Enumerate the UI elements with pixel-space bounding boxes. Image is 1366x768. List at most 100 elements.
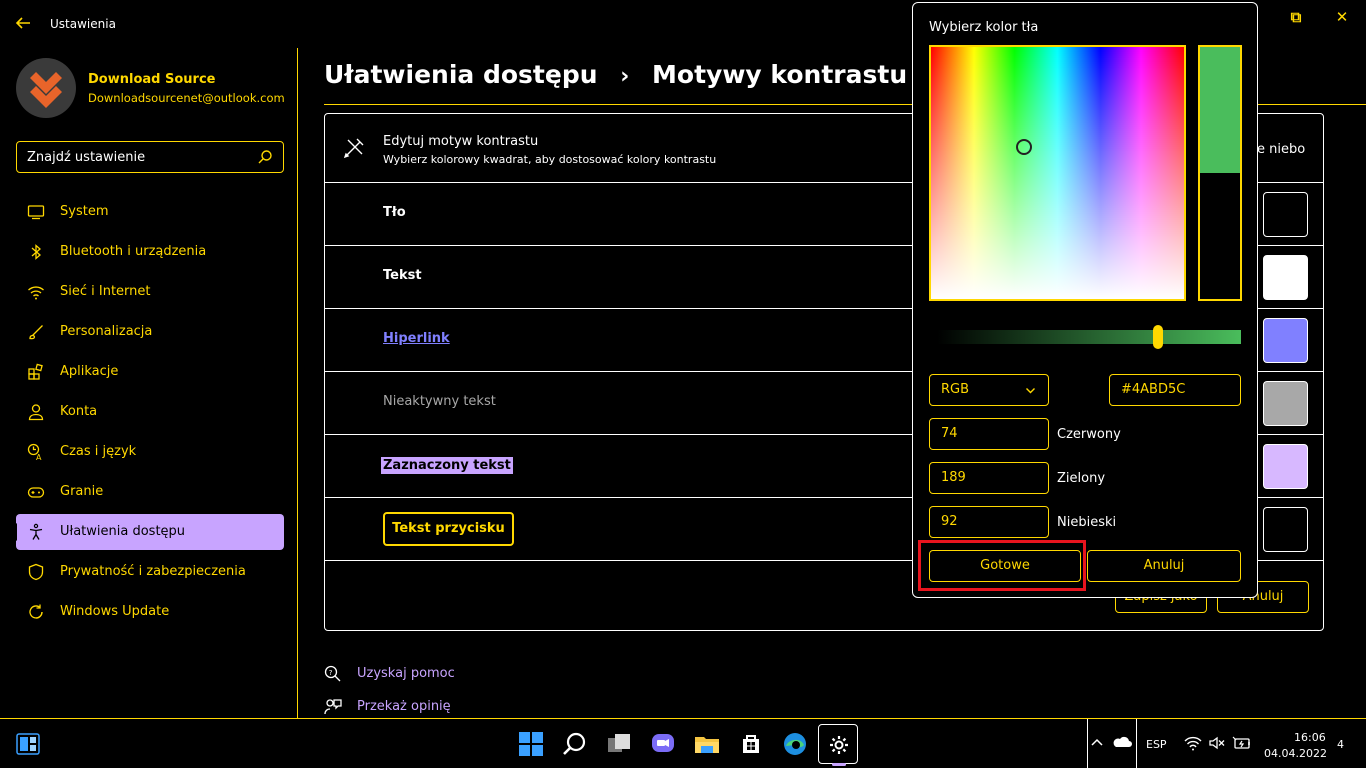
sidebar-item-label: Konta (60, 404, 98, 419)
svg-text:?: ? (329, 669, 333, 677)
breadcrumb-item-contrast-themes[interactable]: Motywy kontrastu (652, 60, 907, 89)
tray-divider (1087, 719, 1088, 768)
breadcrumb-item-accessibility[interactable]: Ułatwienia dostępu (324, 60, 598, 89)
sidebar-item-system[interactable]: System (16, 194, 284, 230)
search-box[interactable] (16, 141, 284, 173)
row-label: Zaznaczony tekst (381, 457, 513, 474)
sidebar-item-network[interactable]: Sieć i Internet (16, 274, 284, 310)
apps-icon (28, 363, 43, 380)
search-taskbar-icon[interactable] (560, 729, 590, 759)
battery-charging-icon[interactable] (1232, 735, 1252, 751)
clock-language-icon: A (27, 443, 42, 461)
wifi-icon (28, 286, 44, 300)
search-icon[interactable] (257, 149, 273, 165)
shield-icon (28, 563, 44, 581)
red-label: Czerwony (1057, 427, 1121, 442)
swatch-button-text[interactable] (1263, 507, 1308, 552)
file-explorer-icon[interactable] (692, 729, 722, 759)
close-button[interactable]: ✕ (1324, 6, 1360, 28)
value-slider-thumb[interactable] (1153, 325, 1163, 349)
sidebar-item-label: System (60, 204, 109, 219)
settings-gear-icon (830, 736, 848, 754)
get-help-link[interactable]: Uzyskaj pomoc (357, 666, 455, 681)
tray-divider (1136, 719, 1137, 768)
sidebar: Download Source Downloadsourcenet@outloo… (0, 48, 298, 718)
back-button[interactable] (14, 14, 36, 34)
swatch-selected-text[interactable] (1263, 444, 1308, 489)
green-input[interactable]: 189 (929, 462, 1049, 494)
person-icon (28, 404, 44, 421)
restore-button[interactable]: ⧉ (1278, 6, 1314, 28)
user-logo-icon (30, 72, 62, 108)
wifi-tray-icon[interactable] (1184, 735, 1202, 751)
sidebar-item-apps[interactable]: Aplikacje (16, 354, 284, 390)
row-label: Nieaktywny tekst (383, 394, 496, 409)
feedback-icon (324, 699, 342, 715)
swatch-inactive-text[interactable] (1263, 381, 1308, 426)
row-label: Tło (383, 205, 406, 220)
sidebar-item-accessibility[interactable]: Ułatwienia dostępu (14, 514, 284, 550)
hex-input[interactable]: #4ABD5C (1109, 374, 1241, 406)
sidebar-item-bluetooth[interactable]: Bluetooth i urządzenia (16, 234, 284, 270)
spectrum-cursor[interactable] (1016, 139, 1032, 155)
clock-time[interactable]: 16:06 (1294, 731, 1326, 744)
start-icon[interactable] (516, 729, 546, 759)
card-subtitle: Wybierz kolorowy kwadrat, aby dostosować… (383, 153, 717, 166)
sidebar-item-label: Bluetooth i urządzenia (60, 244, 207, 259)
blue-input[interactable]: 92 (929, 506, 1049, 538)
search-input[interactable] (17, 142, 253, 172)
color-spectrum[interactable] (929, 45, 1186, 301)
sidebar-item-accounts[interactable]: Konta (16, 394, 284, 430)
settings-window: Ustawienia — ⧉ ✕ Download Source Downloa… (0, 0, 1366, 718)
help-icon: ? (324, 665, 341, 682)
sidebar-item-privacy[interactable]: Prywatność i zabezpieczenia (16, 554, 284, 590)
sidebar-item-label: Aplikacje (60, 364, 119, 379)
notification-count[interactable]: 4 (1337, 738, 1344, 751)
chevron-up-icon[interactable] (1090, 735, 1104, 749)
sidebar-item-label: Granie (60, 484, 104, 499)
value-slider[interactable] (937, 330, 1241, 344)
bluetooth-icon (31, 244, 41, 260)
breadcrumb-separator: › (620, 64, 630, 89)
red-input[interactable]: 74 (929, 418, 1049, 450)
widgets-icon[interactable] (14, 731, 42, 757)
sidebar-item-time-language[interactable]: A Czas i język (16, 434, 284, 470)
green-label: Zielony (1057, 471, 1106, 486)
task-view-icon[interactable] (604, 729, 634, 759)
app-title: Ustawienia (50, 17, 116, 31)
row-label: Hiperlink (383, 331, 450, 346)
color-mode-select[interactable]: RGB (929, 374, 1049, 406)
settings-taskbar-button[interactable] (818, 724, 858, 764)
sidebar-item-gaming[interactable]: Granie (16, 474, 284, 510)
preview-old-color (1200, 173, 1240, 299)
update-icon (29, 604, 43, 619)
onedrive-icon[interactable] (1112, 735, 1132, 749)
sidebar-item-personalization[interactable]: Personalizacja (16, 314, 284, 350)
gamepad-icon (27, 487, 45, 498)
swatch-hyperlink[interactable] (1263, 318, 1308, 363)
sidebar-item-label: Ułatwienia dostępu (60, 524, 186, 539)
blue-label: Niebieski (1057, 515, 1117, 530)
language-indicator[interactable]: ESP (1146, 738, 1167, 751)
taskbar: ESP 16:06 04.04.2022 4 (0, 718, 1366, 768)
active-app-indicator (832, 763, 846, 766)
avatar[interactable] (16, 58, 76, 118)
breadcrumb: Ułatwienia dostępu › Motywy kontrastu › … (324, 60, 1011, 89)
accessibility-icon (29, 523, 43, 540)
color-mode-value: RGB (941, 382, 970, 397)
button-text-sample: Tekst przycisku (383, 512, 514, 546)
swatch-background[interactable] (1263, 192, 1308, 237)
user-name: Download Source (88, 72, 216, 87)
feedback-link[interactable]: Przekaż opinię (357, 699, 451, 714)
chat-icon[interactable] (648, 729, 678, 759)
sidebar-item-label: Sieć i Internet (60, 284, 151, 299)
store-icon[interactable] (736, 729, 766, 759)
swatch-text[interactable] (1263, 255, 1308, 300)
color-preview (1198, 45, 1242, 301)
sidebar-item-label: Personalizacja (60, 324, 153, 339)
clock-date[interactable]: 04.04.2022 (1264, 747, 1327, 760)
sidebar-item-windows-update[interactable]: Windows Update (16, 594, 284, 630)
picker-cancel-button[interactable]: Anuluj (1087, 550, 1241, 582)
volume-muted-icon[interactable] (1208, 735, 1226, 751)
edge-icon[interactable] (780, 729, 810, 759)
